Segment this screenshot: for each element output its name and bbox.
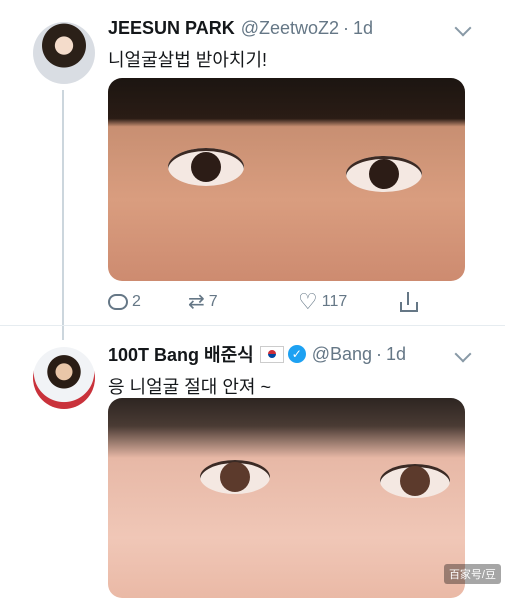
tweet-photo[interactable] [108, 78, 465, 281]
tweet-text: 니얼굴살법 받아치기! [108, 50, 268, 70]
reply-icon [108, 294, 128, 310]
reply-count: 2 [132, 293, 141, 310]
heart-icon: ♡ [298, 289, 318, 314]
like-button[interactable]: ♡ 117 [298, 291, 400, 313]
user-handle[interactable]: @Bang [312, 344, 372, 365]
retweet-count: 7 [208, 293, 218, 310]
verified-badge-icon: ✓ [287, 345, 306, 363]
photo-eye-left [200, 460, 270, 494]
tweet-text: 응 니얼굴 절대 안져 ~ [108, 377, 271, 397]
tweet-1[interactable]: JEESUN PARK @ZeetwoZ2 · 1d 니얼굴살법 받아치기! 2… [0, 0, 505, 325]
photo-eye-right [380, 464, 450, 498]
tweet-2[interactable]: 100T Bang 배준식 ✓ @Bang · 1d 응 니얼굴 절대 안져 ~ [0, 325, 505, 598]
reply-button[interactable]: 2 [108, 293, 188, 311]
timestamp[interactable]: 1d [386, 344, 406, 365]
share-button[interactable] [400, 292, 418, 312]
avatar[interactable] [33, 22, 95, 84]
share-icon [400, 292, 418, 312]
tweet-header: JEESUN PARK @ZeetwoZ2 · 1d [108, 16, 465, 40]
retweet-button[interactable]: ⇄ 7 [188, 292, 298, 312]
separator-dot: · [376, 343, 383, 364]
tweet-header: 100T Bang 배준식 ✓ @Bang · 1d [108, 342, 465, 366]
display-name[interactable]: JEESUN PARK [108, 18, 235, 39]
tweet-photo[interactable] [108, 398, 465, 598]
display-name[interactable]: 100T Bang 배준식 [108, 341, 254, 367]
user-handle[interactable]: @ZeetwoZ2 [241, 18, 339, 39]
korea-flag-icon [259, 345, 284, 363]
watermark: 百家号/豆 [443, 564, 501, 584]
retweet-icon: ⇄ [188, 291, 205, 313]
photo-eye-right [346, 156, 422, 192]
photo-eye-left [168, 148, 244, 186]
avatar[interactable] [33, 347, 95, 409]
like-count: 117 [321, 293, 348, 310]
tweet-actions: 2 ⇄ 7 ♡ 117 [108, 290, 418, 314]
timestamp[interactable]: 1d [353, 18, 373, 39]
separator-dot: · [343, 17, 350, 38]
